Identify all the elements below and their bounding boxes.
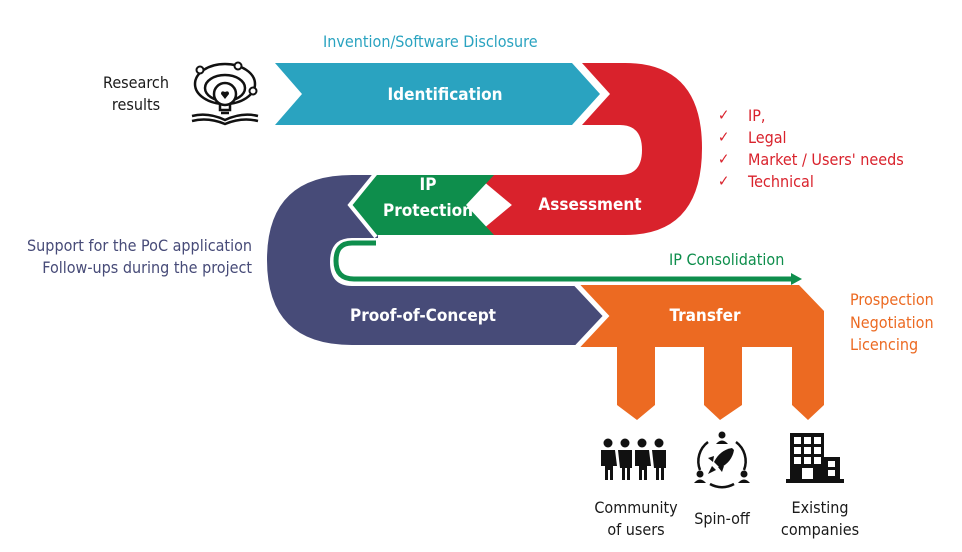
- ip-consolidation-annotation: IP Consolidation: [669, 250, 785, 269]
- outcome-line: Existing: [791, 498, 849, 517]
- checklist-item-label: Market / Users' needs: [748, 149, 904, 169]
- checklist-item-label: IP,: [748, 105, 766, 125]
- transfer-activity: Prospection: [850, 290, 934, 309]
- outcome-line: Community: [594, 498, 678, 517]
- research-results-line-2: results: [111, 95, 161, 114]
- arrow-head-icon: [791, 273, 802, 285]
- assessment-checklist: ✓ IP, ✓ Legal ✓ Market / Users' needs ✓ Tech…: [718, 104, 904, 192]
- checkmark-icon: ✓: [718, 172, 730, 190]
- ip-protection-line-1: IP: [419, 175, 437, 195]
- research-results-line-1: Research: [103, 73, 169, 92]
- checkmark-icon: ✓: [718, 150, 730, 168]
- checklist-item: ✓ Technical: [718, 170, 904, 192]
- stage-label-assessment: Assessment: [538, 195, 642, 215]
- poc-support-annotation: Support for the PoC application Follow-u…: [10, 235, 252, 279]
- transfer-activity: Negotiation: [850, 312, 934, 332]
- outcome-label-spin-off: Spin-off: [682, 508, 762, 530]
- research-results-label: Research results: [96, 72, 176, 116]
- stage-label-proof-of-concept: Proof-of-Concept: [349, 306, 496, 326]
- checkmark-icon: ✓: [718, 106, 730, 124]
- checklist-item: ✓ Legal: [718, 126, 904, 148]
- checklist-item: ✓ IP,: [718, 104, 904, 126]
- poc-support-line-1: Support for the PoC application: [27, 236, 252, 255]
- poc-support-line-2: Follow-ups during the project: [42, 258, 252, 277]
- ip-protection-line-2: Protection: [383, 201, 473, 221]
- stage-label-identification: Identification: [387, 85, 503, 105]
- tech-transfer-diagram: Research results Invention/Software Disc…: [0, 0, 962, 552]
- outcome-label-community: Community of users: [586, 497, 686, 541]
- stage-label-transfer: Transfer: [669, 306, 741, 326]
- lightbulb-book-icon: [191, 61, 259, 126]
- outcome-label-existing-companies: Existing companies: [770, 497, 870, 541]
- transfer-activity: Licencing: [850, 335, 919, 354]
- transfer-activities: Prospection Negotiation Licencing: [850, 289, 934, 357]
- community-users-icon: [601, 438, 666, 480]
- stage-label-ip-protection: IP Protection: [378, 172, 478, 224]
- spin-off-rocket-icon: [694, 431, 750, 489]
- existing-companies-building-icon: [786, 433, 844, 483]
- outcome-line: Spin-off: [694, 509, 750, 528]
- disclosure-annotation: Invention/Software Disclosure: [323, 32, 538, 51]
- outcome-line: companies: [780, 520, 860, 539]
- checklist-item-label: Technical: [748, 171, 814, 191]
- outcome-line: of users: [607, 520, 665, 539]
- checklist-item: ✓ Market / Users' needs: [718, 148, 904, 170]
- checkmark-icon: ✓: [718, 128, 730, 146]
- checklist-item-label: Legal: [748, 127, 787, 147]
